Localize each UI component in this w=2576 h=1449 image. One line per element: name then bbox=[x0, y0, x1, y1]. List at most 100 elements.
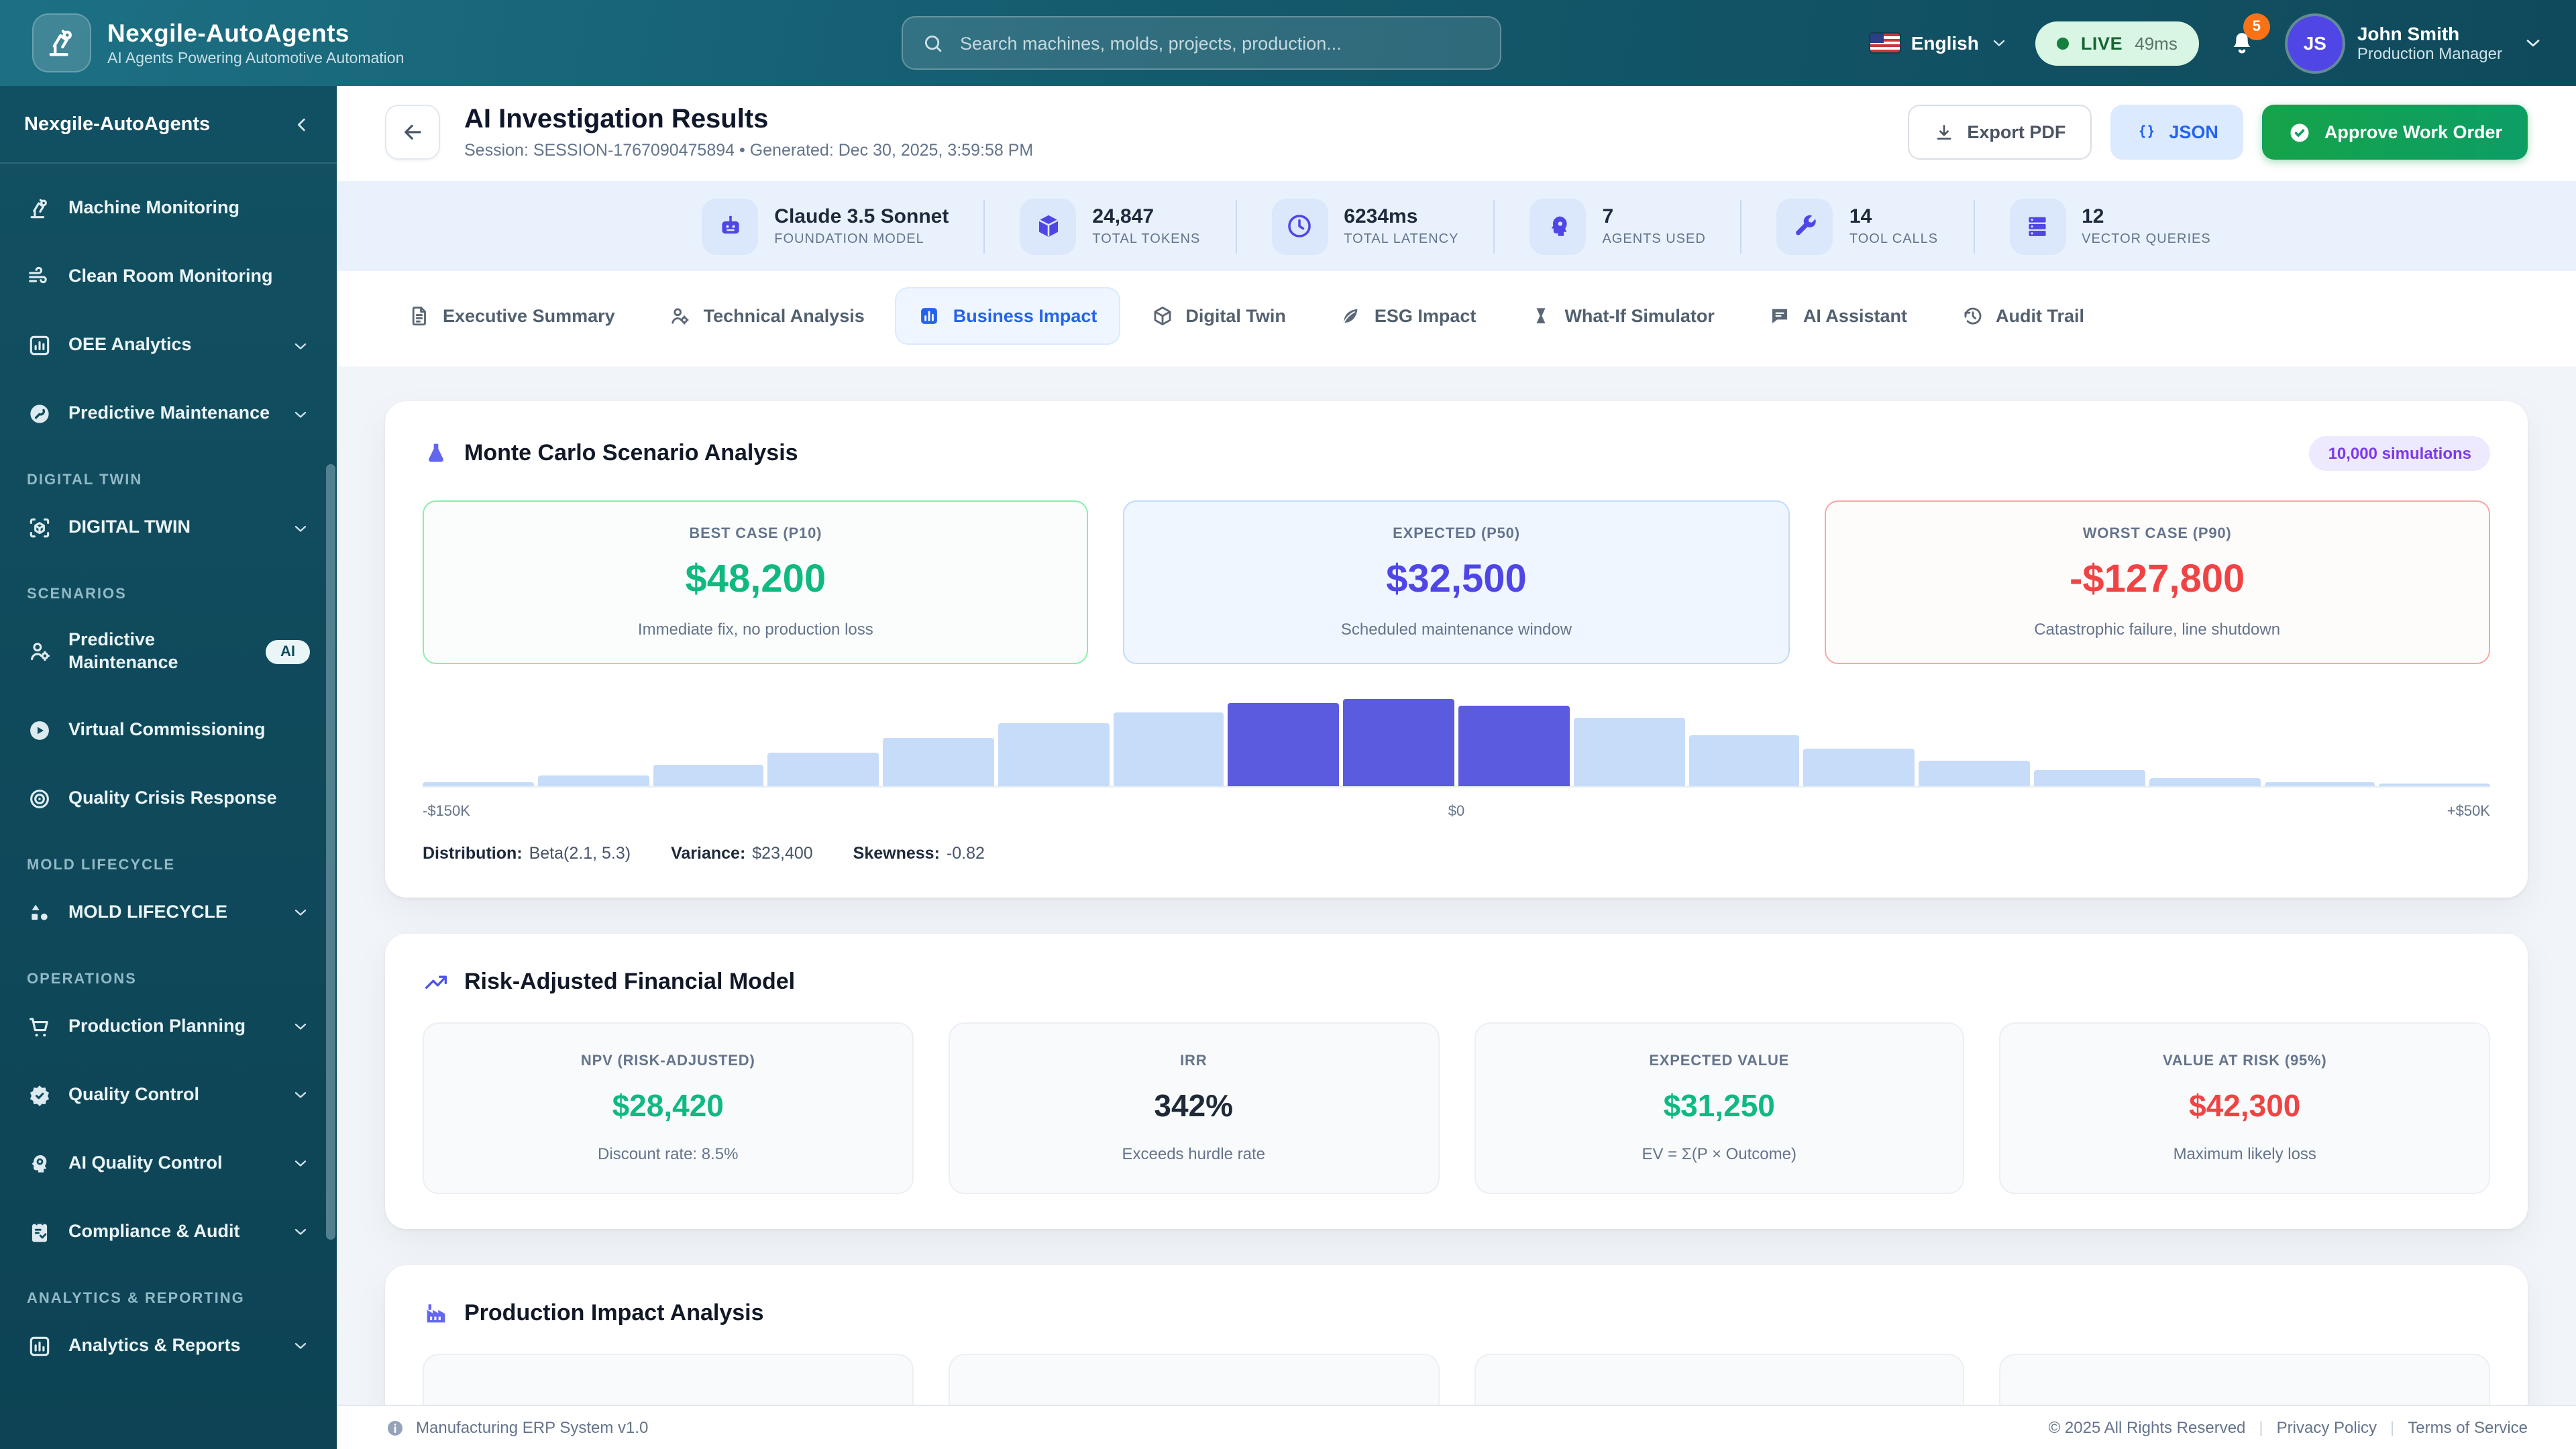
user-gear-icon bbox=[27, 639, 52, 665]
production-card: Assembly Line 3 bbox=[1999, 1354, 2490, 1405]
stat-label: VECTOR QUERIES bbox=[2082, 232, 2211, 247]
sidebar-item-virtual-commissioning[interactable]: Virtual Commissioning bbox=[13, 702, 323, 759]
sidebar-item-label: Clean Room Monitoring bbox=[68, 266, 273, 286]
sidebar-item-mold-lifecycle[interactable]: MOLD LIFECYCLE bbox=[13, 884, 323, 942]
tab-executive-summary[interactable]: Executive Summary bbox=[385, 287, 638, 345]
cube-scan-icon bbox=[27, 515, 52, 541]
sidebar-scrollbar[interactable] bbox=[326, 464, 335, 1240]
financial-label: NPV (RISK-ADJUSTED) bbox=[580, 1053, 755, 1069]
target-icon bbox=[27, 786, 52, 812]
sidebar-item-label: Quality Control bbox=[68, 1083, 199, 1104]
stat-label: TOTAL LATENCY bbox=[1344, 232, 1459, 247]
stat-total-latency: 6234ms TOTAL LATENCY bbox=[1271, 198, 1458, 254]
sidebar-item-digital-twin[interactable]: DIGITAL TWIN bbox=[13, 499, 323, 557]
stat-tool-calls: 14 TOOL CALLS bbox=[1776, 198, 1938, 254]
approve-work-order-button[interactable]: Approve Work Order bbox=[2262, 105, 2528, 160]
sidebar-item-quality-crisis-response[interactable]: Quality Crisis Response bbox=[13, 770, 323, 828]
package-icon bbox=[1034, 212, 1062, 240]
search-input[interactable] bbox=[957, 32, 1481, 54]
tab-esg-impact[interactable]: ESG Impact bbox=[1317, 287, 1499, 345]
histogram-bar bbox=[1803, 749, 1915, 786]
stat-label: TOTAL TOKENS bbox=[1092, 232, 1201, 247]
stat-total-tokens: 24,847 TOTAL TOKENS bbox=[1020, 198, 1200, 254]
tab-label: Business Impact bbox=[953, 306, 1097, 326]
stat-vector-queries: 12 VECTOR QUERIES bbox=[2009, 198, 2211, 254]
sidebar-item-clean-room-monitoring[interactable]: Clean Room Monitoring bbox=[13, 248, 323, 306]
user-gear-icon bbox=[669, 305, 692, 327]
scenario-label: WORST CASE (P90) bbox=[2082, 526, 2232, 542]
tab-audit-trail[interactable]: Audit Trail bbox=[1938, 287, 2107, 345]
histogram-bar bbox=[537, 775, 649, 786]
app: Nexgile-AutoAgents AI Agents Powering Au… bbox=[0, 0, 2576, 1449]
tab-digital-twin[interactable]: Digital Twin bbox=[1128, 287, 1309, 345]
footer-link-terms-of-service[interactable]: Terms of Service bbox=[2408, 1418, 2528, 1437]
sidebar-item-production-planning[interactable]: Production Planning bbox=[13, 998, 323, 1056]
sidebar-item-compliance-audit[interactable]: Compliance & Audit bbox=[13, 1203, 323, 1261]
tab-label: AI Assistant bbox=[1803, 306, 1907, 326]
wrench-icon bbox=[1776, 198, 1833, 254]
financial-value: $31,250 bbox=[1663, 1088, 1775, 1123]
badge-check-icon bbox=[27, 1083, 52, 1108]
chevron-down-icon bbox=[291, 1337, 310, 1356]
sidebar-item-oee-analytics[interactable]: OEE Analytics bbox=[13, 317, 323, 374]
footer-link-privacy-policy[interactable]: Privacy Policy bbox=[2277, 1418, 2377, 1437]
user-menu[interactable]: JS John Smith Production Manager bbox=[2287, 15, 2544, 70]
financial-title: Risk-Adjusted Financial Model bbox=[464, 969, 796, 994]
scenario-card-green: BEST CASE (P10) $48,200 Immediate fix, no … bbox=[423, 500, 1089, 664]
live-latency: 49ms bbox=[2135, 33, 2178, 53]
flask-icon bbox=[423, 440, 449, 467]
braces-icon bbox=[2135, 121, 2157, 143]
chevron-down-icon bbox=[291, 904, 310, 922]
production-card: 2,175 bbox=[423, 1354, 914, 1405]
stat-value: 6234ms bbox=[1344, 205, 1418, 228]
notifications-button[interactable]: 5 bbox=[2226, 13, 2270, 60]
chart-fill-icon bbox=[918, 305, 941, 327]
sidebar-item-label: DIGITAL TWIN bbox=[68, 517, 191, 537]
package-icon bbox=[1020, 198, 1077, 254]
chevron-down-icon bbox=[2522, 32, 2544, 54]
sidebar-item-predictive-maintenance[interactable]: Predictive Maintenance bbox=[13, 385, 323, 443]
sidebar-item-predictive-maintenance[interactable]: Predictive Maintenance AI bbox=[13, 613, 323, 691]
bot-icon bbox=[716, 212, 744, 240]
session-line: Session: SESSION-1767090475894 • Generat… bbox=[464, 141, 1034, 160]
analytics-icon bbox=[27, 1334, 52, 1359]
production-title: Production Impact Analysis bbox=[464, 1300, 764, 1326]
tab-technical-analysis[interactable]: Technical Analysis bbox=[646, 287, 888, 345]
back-button[interactable] bbox=[385, 105, 440, 160]
wrench-icon bbox=[1791, 212, 1819, 240]
stat-value: Claude 3.5 Sonnet bbox=[774, 205, 949, 228]
sidebar-item-label: MOLD LIFECYCLE bbox=[68, 901, 227, 922]
footer-separator: | bbox=[2390, 1418, 2395, 1437]
sidebar-item-analytics-reports[interactable]: Analytics & Reports bbox=[13, 1318, 323, 1375]
global-search[interactable] bbox=[901, 16, 1501, 70]
wrench-badge-icon bbox=[27, 401, 52, 427]
tab-label: Digital Twin bbox=[1185, 306, 1286, 326]
language-selector[interactable]: English bbox=[1870, 32, 2008, 54]
distribution-stat: Variance: $23,400 bbox=[671, 844, 813, 863]
app-logo bbox=[32, 13, 91, 72]
tab-business-impact[interactable]: Business Impact bbox=[895, 287, 1120, 345]
scenario-desc: Immediate fix, no production loss bbox=[637, 620, 873, 639]
scenario-card-blue: EXPECTED (P50) $32,500 Scheduled maintenan… bbox=[1123, 500, 1790, 664]
page-title: AI Investigation Results bbox=[464, 105, 769, 134]
sidebar-section-label: ANALYTICS & REPORTING bbox=[27, 1290, 245, 1307]
clock-icon bbox=[1285, 212, 1313, 240]
stat-value: 12 bbox=[2082, 205, 2104, 228]
tab-label: Technical Analysis bbox=[703, 306, 865, 326]
footer-app-version: Manufacturing ERP System v1.0 bbox=[416, 1418, 649, 1437]
scenario-desc: Catastrophic failure, line shutdown bbox=[2034, 620, 2281, 639]
tab-ai-assistant[interactable]: AI Assistant bbox=[1746, 287, 1930, 345]
export-pdf-button[interactable]: Export PDF bbox=[1908, 105, 2092, 160]
sidebar-item-label: Analytics & Reports bbox=[68, 1334, 241, 1355]
scenario-card-red: WORST CASE (P90) -$127,800 Catastrophic fa… bbox=[1824, 500, 2490, 664]
stat-value: 24,847 bbox=[1092, 205, 1155, 228]
sidebar-section-label: SCENARIOS bbox=[27, 586, 127, 602]
trending-up-icon bbox=[423, 969, 449, 996]
tab-what-if-simulator[interactable]: What-If Simulator bbox=[1507, 287, 1737, 345]
sidebar-collapse-button[interactable] bbox=[291, 113, 313, 135]
sidebar-item-quality-control[interactable]: Quality Control bbox=[13, 1067, 323, 1124]
json-button[interactable]: JSON bbox=[2110, 105, 2244, 160]
sidebar-item-ai-quality-control[interactable]: AI Quality Control bbox=[13, 1135, 323, 1193]
sidebar-item-machine-monitoring[interactable]: Machine Monitoring bbox=[13, 180, 323, 237]
histogram-bar bbox=[1688, 735, 1800, 786]
